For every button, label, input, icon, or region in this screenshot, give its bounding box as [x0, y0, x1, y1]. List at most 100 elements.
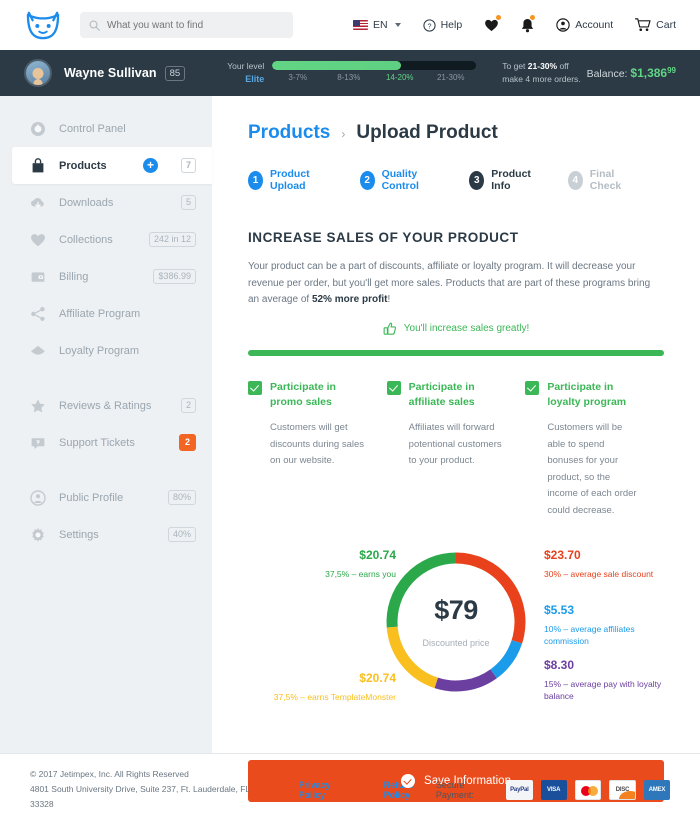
footer-copy-line1: © 2017 Jetimpex, Inc. All Rights Reserve… — [30, 767, 251, 782]
secure-payment-label: Secure Payment: — [436, 780, 496, 800]
step-2[interactable]: 2 Quality Control — [360, 168, 442, 192]
sidebar-item-label: Billing — [59, 271, 140, 283]
notifications-badge — [529, 14, 536, 21]
sidebar-item-badge: 80% — [168, 490, 196, 505]
step-label: Quality Control — [382, 168, 442, 192]
user-circle-icon — [556, 18, 570, 32]
sidebar-item-badge: 5 — [181, 195, 196, 210]
donut-label-1: $23.70 30% – average sale discount — [544, 548, 676, 581]
step-4[interactable]: 4 Final Check — [568, 168, 636, 192]
sidebar-item-badge: 242 in 12 — [149, 232, 196, 247]
program-text: Customers will be able to spend bonuses … — [547, 420, 642, 520]
amex-icon: AMEX — [644, 780, 670, 800]
footer-copy-line2: 4801 South University Drive, Suite 237, … — [30, 782, 251, 812]
donut-label-value: $23.70 — [544, 548, 676, 562]
program-title: Participate in loyalty program — [547, 380, 642, 410]
donut-label-3: $8.30 15% – average pay with loyalty bal… — [544, 658, 676, 704]
sidebar-item-downloads[interactable]: Downloads 5 — [0, 184, 212, 221]
program-option-2: Participate in affiliate sales Affiliate… — [387, 380, 526, 520]
program-checkbox[interactable] — [525, 381, 539, 395]
step-label: Product Info — [491, 168, 540, 192]
app-page: EN ? Help — [0, 0, 700, 825]
step-3[interactable]: 3 Product Info — [469, 168, 539, 192]
donut-label-2: $5.53 10% – average affiliates commissio… — [544, 603, 676, 649]
cart-button[interactable]: Cart — [624, 18, 676, 32]
sidebar-item-support-tickets[interactable]: ? Support Tickets2 — [0, 424, 212, 461]
price-breakdown-chart: $79 Discounted price $23.70 30% – averag… — [248, 546, 664, 718]
sidebar-item-control-panel[interactable]: Control Panel — [0, 110, 212, 147]
sidebar-item-loyalty-program[interactable]: Loyalty Program — [0, 332, 212, 369]
donut-label-desc: 37,5% – earns you — [248, 568, 396, 581]
program-checkbox[interactable] — [248, 381, 262, 395]
cat-logo-icon[interactable] — [24, 9, 62, 41]
footer-links: Privacy PolicyRefund Policy — [299, 780, 436, 800]
level-tick: 8-13% — [323, 73, 374, 82]
sidebar-item-public-profile[interactable]: Public Profile80% — [0, 479, 212, 516]
program-option-1: Participate in promo sales Customers wil… — [248, 380, 387, 520]
help-label: Help — [441, 19, 463, 31]
body-layout: Control Panel Products+7 Downloads 5 Coll… — [0, 96, 700, 753]
search-icon — [89, 20, 100, 31]
donut-label-4: $20.74 37,5% – earns TemplateMonster — [248, 671, 396, 704]
donut-center-value: $79 — [434, 595, 478, 626]
search-box[interactable] — [80, 12, 293, 38]
main-content: Products › Upload Product 1 Product Uplo… — [212, 96, 700, 753]
search-input[interactable] — [107, 20, 284, 31]
sidebar-item-billing[interactable]: Billing$386.99 — [0, 258, 212, 295]
sidebar-item-settings[interactable]: Settings40% — [0, 516, 212, 553]
level-title: Your level — [227, 61, 264, 72]
footer-link[interactable]: Privacy Policy — [299, 780, 352, 800]
question-circle-icon: ? — [423, 19, 436, 32]
sales-progress-bar — [248, 350, 664, 356]
step-1[interactable]: 1 Product Upload — [248, 168, 332, 192]
sidebar-item-products[interactable]: Products+7 — [12, 147, 212, 184]
thumbs-up-icon — [383, 322, 397, 336]
sidebar-add-product-button[interactable]: + — [143, 158, 158, 173]
balance-label: Balance: — [587, 68, 628, 80]
us-flag-icon — [353, 20, 368, 30]
sidebar-item-reviews-ratings[interactable]: Reviews & Ratings 2 — [0, 387, 212, 424]
wishlist-button[interactable] — [473, 18, 510, 32]
program-title: Participate in affiliate sales — [409, 380, 504, 410]
heart-icon — [30, 232, 46, 248]
sidebar-item-collections[interactable]: Collections 242 in 12 — [0, 221, 212, 258]
level-progress-track — [272, 61, 476, 70]
balance-amount: $1,386 — [630, 66, 667, 80]
dashboard-icon — [30, 121, 46, 137]
cart-label: Cart — [656, 19, 676, 31]
donut-label-value: $8.30 — [544, 658, 676, 672]
notifications-button[interactable] — [510, 18, 545, 33]
chat-icon: ? — [30, 435, 46, 451]
download-cloud-icon — [30, 195, 46, 211]
program-header: Participate in affiliate sales — [387, 380, 504, 410]
diamond-icon — [30, 343, 46, 359]
step-number: 4 — [568, 171, 583, 190]
help-button[interactable]: ? Help — [412, 19, 474, 32]
svg-text:?: ? — [36, 439, 40, 446]
level-name: Elite — [227, 73, 264, 85]
sidebar-item-label: Reviews & Ratings — [59, 400, 168, 412]
profile-icon — [30, 490, 46, 506]
cart-icon — [635, 18, 651, 32]
page-title: Upload Product — [356, 122, 497, 144]
breadcrumb: Products › Upload Product — [248, 122, 664, 144]
balance-cents: 99 — [667, 66, 676, 75]
donut-chart: $79 Discounted price — [380, 546, 532, 698]
mastercard-icon — [575, 780, 602, 800]
sidebar-item-label: Downloads — [59, 197, 168, 209]
step-number: 3 — [469, 171, 484, 190]
language-selector[interactable]: EN — [342, 19, 412, 31]
step-label: Final Check — [590, 168, 636, 192]
breadcrumb-parent[interactable]: Products — [248, 122, 330, 144]
sidebar-item-badge: 2 — [181, 398, 196, 413]
program-checkbox[interactable] — [387, 381, 401, 395]
share-icon — [30, 306, 46, 322]
step-number: 2 — [360, 171, 375, 190]
sidebar-item-affiliate-program[interactable]: Affiliate Program — [0, 295, 212, 332]
sidebar-gap — [0, 461, 212, 479]
paypal-icon: PayPal — [506, 780, 532, 800]
sidebar-item-label: Loyalty Program — [59, 345, 196, 357]
avatar[interactable] — [24, 59, 52, 87]
sidebar-item-label: Collections — [59, 234, 136, 246]
account-button[interactable]: Account — [545, 18, 624, 32]
